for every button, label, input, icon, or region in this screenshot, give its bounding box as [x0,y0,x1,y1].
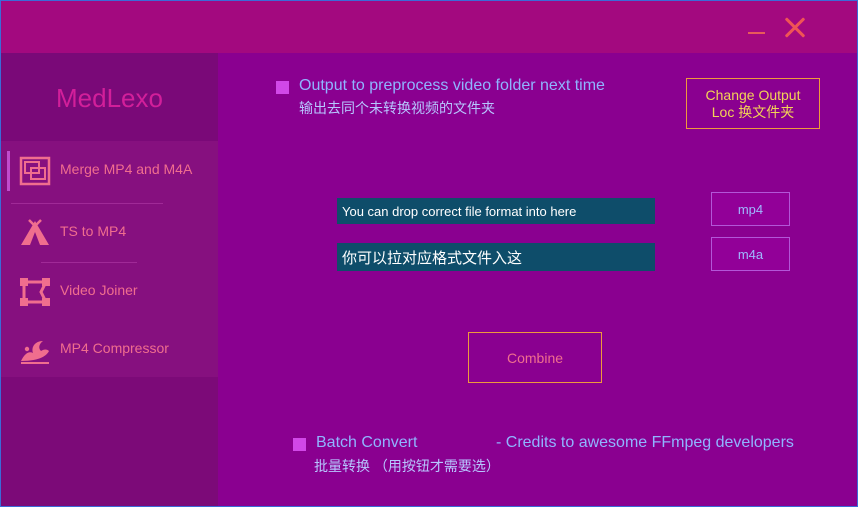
m4a-button[interactable]: m4a [711,237,790,271]
active-indicator [7,151,10,191]
sidebar-item-label: Video Joiner [60,282,138,298]
change-output-button[interactable]: Change Output Loc 换文件夹 [686,78,820,129]
change-output-line1: Change Output [705,86,801,103]
sidebar-item-label: TS to MP4 [60,223,127,239]
main-panel: Output to preprocess video folder next t… [218,53,857,506]
mp4-button[interactable]: mp4 [711,192,790,226]
app-logo: MedLexo [56,83,163,113]
change-output-line2: Loc 换文件夹 [711,103,795,120]
close-button[interactable] [782,15,808,41]
sidebar-item-ts-to-mp4[interactable]: TS to MP4 [1,203,218,261]
sidebar: MedLexo Merge MP4 and M4A TS to MP4 Vide… [1,53,218,506]
batch-convert-label: Batch Convert [316,434,418,451]
output-option-label-zh: 输出去同个未转换视频的文件夹 [299,100,495,116]
batch-convert-label-zh: 批量转换 （用按钮才需要选） [314,458,500,474]
combine-button[interactable]: Combine [468,332,602,383]
batch-convert-checkbox[interactable] [293,438,306,451]
sidebar-item-mp4-compressor[interactable]: MP4 Compressor [1,320,218,378]
credits-text: - Credits to awesome FFmpeg developers [496,434,794,451]
output-folder-checkbox[interactable] [276,81,289,94]
sidebar-item-video-joiner[interactable]: Video Joiner [1,262,218,320]
wave-icon [21,341,49,364]
output-option-label: Output to preprocess video folder next t… [299,77,605,94]
vector-frame-icon [20,278,50,306]
merge-frames-icon [19,156,51,186]
m4a-drop-zone[interactable]: 你可以拉对应格式文件入这 [337,243,655,271]
mp4-drop-zone[interactable]: You can drop correct file format into he… [337,198,655,224]
sidebar-nav: Merge MP4 and M4A TS to MP4 Video Joiner… [1,141,218,377]
title-bar [1,1,857,53]
sidebar-item-label: Merge MP4 and M4A [60,161,193,177]
logo-area: MedLexo [1,53,218,141]
sidebar-item-merge-mp4-m4a[interactable]: Merge MP4 and M4A [1,141,218,199]
minimize-button[interactable] [745,19,769,39]
app-window: MedLexo Merge MP4 and M4A TS to MP4 Vide… [0,0,858,507]
tent-icon [21,219,49,245]
sidebar-item-label: MP4 Compressor [60,340,169,356]
